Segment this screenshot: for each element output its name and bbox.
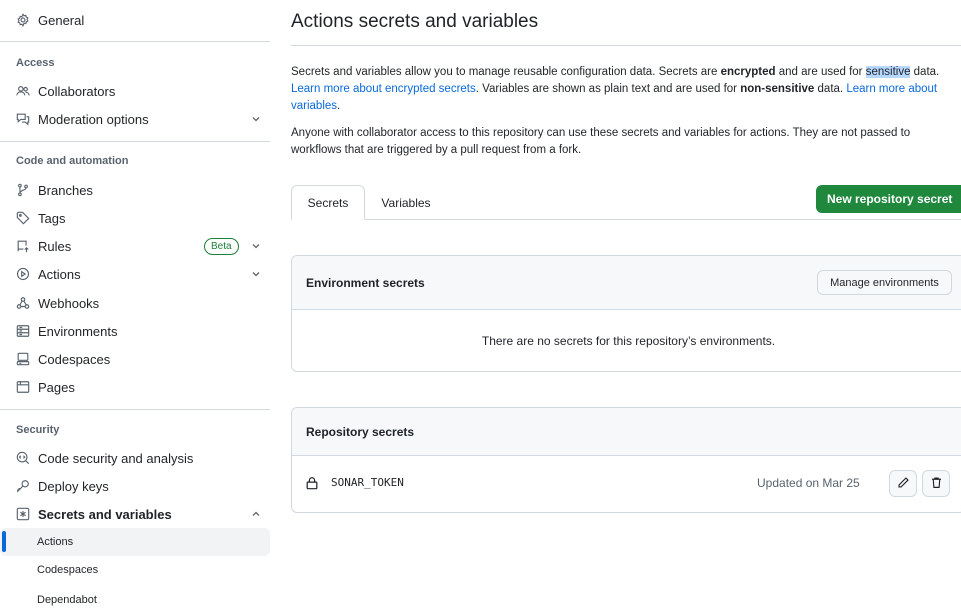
- page-title: Actions secrets and variables: [291, 11, 539, 32]
- intro-text: . Variables are shown as plain text and …: [475, 83, 741, 95]
- sidebar-item-webhooks[interactable]: Webhooks: [0, 289, 270, 317]
- gear-icon: [16, 13, 30, 27]
- sidebar-item-label: Tags: [38, 210, 66, 226]
- sidebar-subitem-dependabot[interactable]: Dependabot: [0, 586, 270, 614]
- chevron-down-icon[interactable]: [250, 268, 262, 280]
- sidebar-item-general[interactable]: General: [0, 6, 270, 34]
- title-divider: [291, 45, 961, 46]
- sidebar-group-security: Security: [16, 424, 60, 436]
- repository-secrets-header: Repository secrets: [292, 408, 961, 456]
- sidebar-item-moderation[interactable]: Moderation options: [0, 105, 270, 133]
- intro-text: and are used for: [775, 66, 866, 78]
- chevron-down-icon[interactable]: [250, 113, 262, 125]
- server-icon: [16, 324, 30, 338]
- intro-text: Secrets and variables allow you to manag…: [291, 66, 721, 78]
- sidebar-item-label: Secrets and variables: [38, 506, 172, 522]
- environment-secrets-header: Environment secrets Manage environments: [292, 256, 961, 310]
- sidebar-divider: [0, 141, 270, 142]
- git-branch-icon: [16, 183, 30, 197]
- sidebar-item-label: Pages: [38, 379, 75, 395]
- sidebar-group-access: Access: [16, 57, 55, 69]
- play-circle-icon: [16, 267, 30, 281]
- delete-secret-button[interactable]: [922, 470, 950, 497]
- chevron-up-icon[interactable]: [250, 508, 262, 520]
- sidebar-item-label: Webhooks: [38, 295, 100, 311]
- environment-secrets-heading: Environment secrets: [306, 275, 425, 290]
- repository-secrets-heading: Repository secrets: [306, 424, 415, 439]
- sidebar-item-pages[interactable]: Pages: [0, 373, 270, 401]
- chevron-down-icon[interactable]: [250, 240, 262, 252]
- intro-text: data.: [910, 66, 940, 78]
- sidebar-item-label: General: [38, 12, 85, 28]
- sidebar-item-code-security[interactable]: Code security and analysis: [0, 444, 270, 472]
- codespaces-icon: [16, 352, 30, 366]
- environment-secrets-box: Environment secrets Manage environments …: [291, 255, 961, 372]
- comment-discussion-icon: [16, 112, 30, 126]
- edit-secret-button[interactable]: [889, 470, 917, 497]
- active-indicator: [2, 531, 6, 552]
- sidebar-item-label: Codespaces: [38, 351, 111, 367]
- asterisk-box-icon: [16, 507, 30, 521]
- sidebar-item-rules[interactable]: Rules Beta: [0, 232, 270, 260]
- codescan-icon: [16, 451, 30, 465]
- sidebar-subitem-codespaces[interactable]: Codespaces: [0, 556, 270, 584]
- table-row: SONAR_TOKEN Updated on Mar 25: [292, 456, 961, 511]
- webhook-icon: [16, 296, 30, 310]
- intro-text: data.: [814, 83, 847, 95]
- intro-bold: non-sensitive: [740, 83, 815, 95]
- sidebar-item-tags[interactable]: Tags: [0, 204, 270, 232]
- sidebar-item-label: Actions: [38, 266, 81, 282]
- sidebar-item-collaborators[interactable]: Collaborators: [0, 77, 270, 105]
- sidebar-divider: [0, 409, 270, 410]
- sidebar-item-actions[interactable]: Actions: [0, 260, 270, 288]
- sidebar-subitem-actions[interactable]: Actions: [0, 528, 270, 556]
- sidebar-item-deploy-keys[interactable]: Deploy keys: [0, 472, 270, 500]
- new-repository-secret-button[interactable]: New repository secret: [816, 185, 961, 213]
- secret-updated: Updated on Mar 25: [757, 476, 860, 490]
- selected-text: sensitive: [865, 66, 911, 78]
- beta-badge: Beta: [204, 238, 239, 255]
- sidebar-item-label: Rules: [38, 238, 72, 254]
- main-content: Actions secrets and variables Secrets an…: [291, 0, 961, 615]
- intro-paragraph: Secrets and variables allow you to manag…: [291, 64, 961, 115]
- lock-icon: [305, 476, 319, 490]
- pencil-icon: [897, 476, 910, 492]
- sidebar-group-code-automation: Code and automation: [16, 155, 129, 167]
- tag-icon: [16, 211, 30, 225]
- sidebar-item-label: Code security and analysis: [38, 450, 194, 466]
- key-icon: [16, 479, 30, 493]
- repository-secrets-box: Repository secrets SONAR_TOKEN Updated o…: [291, 407, 961, 513]
- people-icon: [16, 84, 30, 98]
- sidebar-item-label: Environments: [38, 323, 118, 339]
- tab-variables[interactable]: Variables: [365, 185, 447, 220]
- sidebar-item-label: Collaborators: [38, 83, 116, 99]
- sidebar-item-label: Deploy keys: [38, 478, 109, 494]
- encrypted-secrets-link[interactable]: Learn more about encrypted secrets: [291, 83, 476, 95]
- sidebar-item-branches[interactable]: Branches: [0, 176, 270, 204]
- sidebar-item-label: Branches: [38, 182, 93, 198]
- sidebar-item-codespaces[interactable]: Codespaces: [0, 345, 270, 373]
- trash-icon: [930, 476, 943, 492]
- secret-name: SONAR_TOKEN: [331, 476, 404, 489]
- settings-sidebar: General Access Collaborators Moderation …: [0, 0, 270, 615]
- intro-text: .: [337, 100, 341, 112]
- sidebar-item-label: Moderation options: [38, 111, 149, 127]
- intro-bold: encrypted: [720, 66, 776, 78]
- sidebar-item-secrets-variables[interactable]: Secrets and variables: [0, 500, 270, 528]
- browser-icon: [16, 380, 30, 394]
- repo-push-icon: [16, 239, 30, 253]
- manage-environments-button[interactable]: Manage environments: [817, 270, 952, 295]
- sidebar-item-environments[interactable]: Environments: [0, 317, 270, 345]
- sidebar-divider: [0, 41, 270, 42]
- tab-secrets[interactable]: Secrets: [291, 185, 365, 220]
- environment-secrets-empty: There are no secrets for this repository…: [481, 333, 776, 348]
- access-note: Anyone with collaborator access to this …: [291, 127, 911, 156]
